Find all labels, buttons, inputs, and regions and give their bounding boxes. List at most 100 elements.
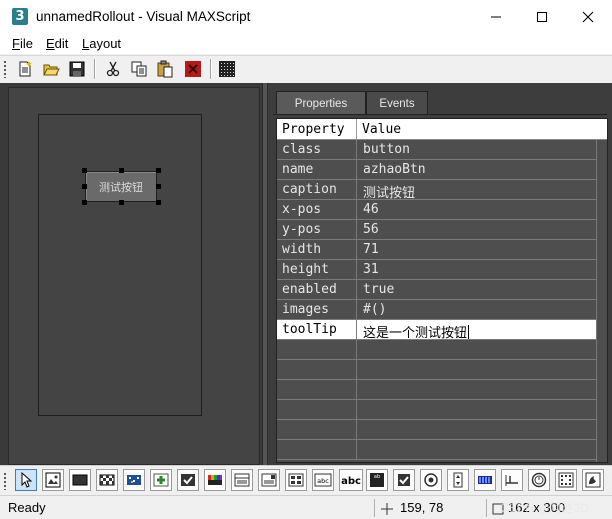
property-row-height[interactable]: height 31 [277, 260, 596, 280]
selection-handle[interactable] [119, 168, 124, 173]
properties-panel: Properties Events Property Value class b… [268, 83, 612, 465]
property-value[interactable]: 56 [363, 222, 379, 237]
minimize-button[interactable] [473, 0, 519, 34]
header-value[interactable]: Value [362, 122, 401, 137]
checkbox-icon [398, 474, 410, 486]
property-value[interactable]: #() [363, 302, 386, 317]
property-row-tooltip[interactable]: toolTip 这是一个测试按钮 [277, 320, 596, 341]
title-bar: 3 unnamedRollout - Visual MAXScript [0, 0, 612, 34]
menu-file[interactable]: File [12, 36, 33, 51]
column-divider [356, 220, 357, 239]
header-property[interactable]: Property [282, 122, 345, 137]
toolbar-grip[interactable] [3, 60, 7, 78]
selection-handle[interactable] [82, 168, 87, 173]
color-swatch-tool[interactable] [204, 469, 226, 491]
combobox-tool[interactable] [231, 469, 253, 491]
close-icon [582, 11, 594, 23]
checkbox-button-tool[interactable] [177, 469, 199, 491]
delete-button[interactable] [182, 58, 204, 80]
edittext-tool[interactable]: abc [312, 469, 334, 491]
column-divider [356, 440, 357, 459]
selection-handle[interactable] [156, 200, 161, 205]
menu-layout-label: ayout [89, 36, 122, 51]
selection-handle[interactable] [82, 184, 87, 189]
radiobutton-tool[interactable] [420, 469, 442, 491]
maximize-button[interactable] [519, 0, 565, 34]
copy-button[interactable] [128, 58, 150, 80]
property-value[interactable]: 31 [363, 262, 379, 277]
property-row-y-pos[interactable]: y-pos 56 [277, 220, 596, 240]
menu-edit-mnemonic: E [46, 36, 55, 51]
property-value-editor[interactable]: 这是一个测试按钮 [363, 322, 470, 341]
column-divider [356, 160, 357, 179]
listbox-tool[interactable] [285, 469, 307, 491]
design-button[interactable]: 测试按钮 [85, 171, 157, 202]
tab-properties[interactable]: Properties [276, 91, 366, 115]
property-row-width[interactable]: width 71 [277, 240, 596, 260]
label-icon-text: abc [341, 476, 361, 487]
slider-tool[interactable] [501, 469, 523, 491]
imgtag-tool[interactable] [582, 469, 604, 491]
button-icon [72, 474, 88, 486]
paste-button[interactable] [154, 58, 176, 80]
property-row-images[interactable]: images #() [277, 300, 596, 320]
property-value[interactable]: 测试按钮 [363, 182, 415, 201]
bitmap-icon [45, 472, 61, 488]
checkbox-button-icon [181, 474, 195, 486]
open-button[interactable] [40, 58, 62, 80]
property-row-class[interactable]: class button [277, 140, 596, 160]
selection-handle[interactable] [82, 200, 87, 205]
checkerbutton-tool[interactable] [96, 469, 118, 491]
main-toolbar [0, 55, 612, 83]
mapbutton-tool[interactable] [150, 469, 172, 491]
menu-edit[interactable]: Edit [46, 36, 68, 51]
spinner-tool[interactable] [447, 469, 469, 491]
property-row-x-pos[interactable]: x-pos 46 [277, 200, 596, 220]
property-value[interactable]: azhaoBtn [363, 162, 426, 177]
selection-handle[interactable] [156, 184, 161, 189]
checkbox-tool[interactable] [393, 469, 415, 491]
activex-tool[interactable] [555, 469, 577, 491]
save-button[interactable] [66, 58, 88, 80]
progressbar-tool[interactable] [474, 469, 496, 491]
property-name: enabled [282, 282, 337, 297]
selection-handle[interactable] [156, 168, 161, 173]
new-button[interactable] [14, 58, 36, 80]
property-value[interactable]: 46 [363, 202, 379, 217]
close-button[interactable] [565, 0, 611, 34]
empty-row [277, 440, 596, 460]
rollout-frame[interactable]: 测试按钮 [38, 114, 202, 416]
cut-button[interactable] [102, 58, 124, 80]
empty-row [277, 360, 596, 380]
colorpicker-tool[interactable] [123, 469, 145, 491]
menu-layout[interactable]: Layout [82, 36, 121, 51]
tab-events[interactable]: Events [366, 91, 428, 115]
menu-file-label: ile [19, 36, 33, 51]
grid-scroll-strip[interactable] [596, 140, 607, 462]
bitmap-tool[interactable] [42, 469, 64, 491]
property-row-enabled[interactable]: enabled true [277, 280, 596, 300]
dropdownlist-tool[interactable] [258, 469, 280, 491]
button-tool[interactable] [69, 469, 91, 491]
design-canvas[interactable]: 测试按钮 [8, 87, 260, 465]
property-value[interactable]: button [363, 142, 410, 157]
save-icon [69, 61, 85, 77]
timer-tool[interactable] [528, 469, 550, 491]
property-name: height [282, 262, 329, 277]
property-value[interactable]: true [363, 282, 394, 297]
property-row-name[interactable]: name azhaoBtn [277, 160, 596, 180]
checkerbutton-icon [99, 474, 115, 486]
groupbox-tool[interactable]: ab [366, 469, 388, 491]
column-divider [356, 360, 357, 379]
toolbar-grip[interactable] [3, 472, 7, 490]
property-value[interactable]: 71 [363, 242, 379, 257]
label-tool[interactable]: abc [339, 469, 363, 491]
property-row-caption[interactable]: caption 测试按钮 [277, 180, 596, 201]
grid-button[interactable] [216, 58, 238, 80]
window-title: unnamedRollout - Visual MAXScript [36, 9, 251, 24]
selection-handle[interactable] [119, 200, 124, 205]
menu-bar: File Edit Layout [0, 34, 612, 54]
imgtag-icon [585, 472, 601, 488]
delete-icon [185, 61, 201, 77]
pointer-tool[interactable] [15, 469, 37, 491]
